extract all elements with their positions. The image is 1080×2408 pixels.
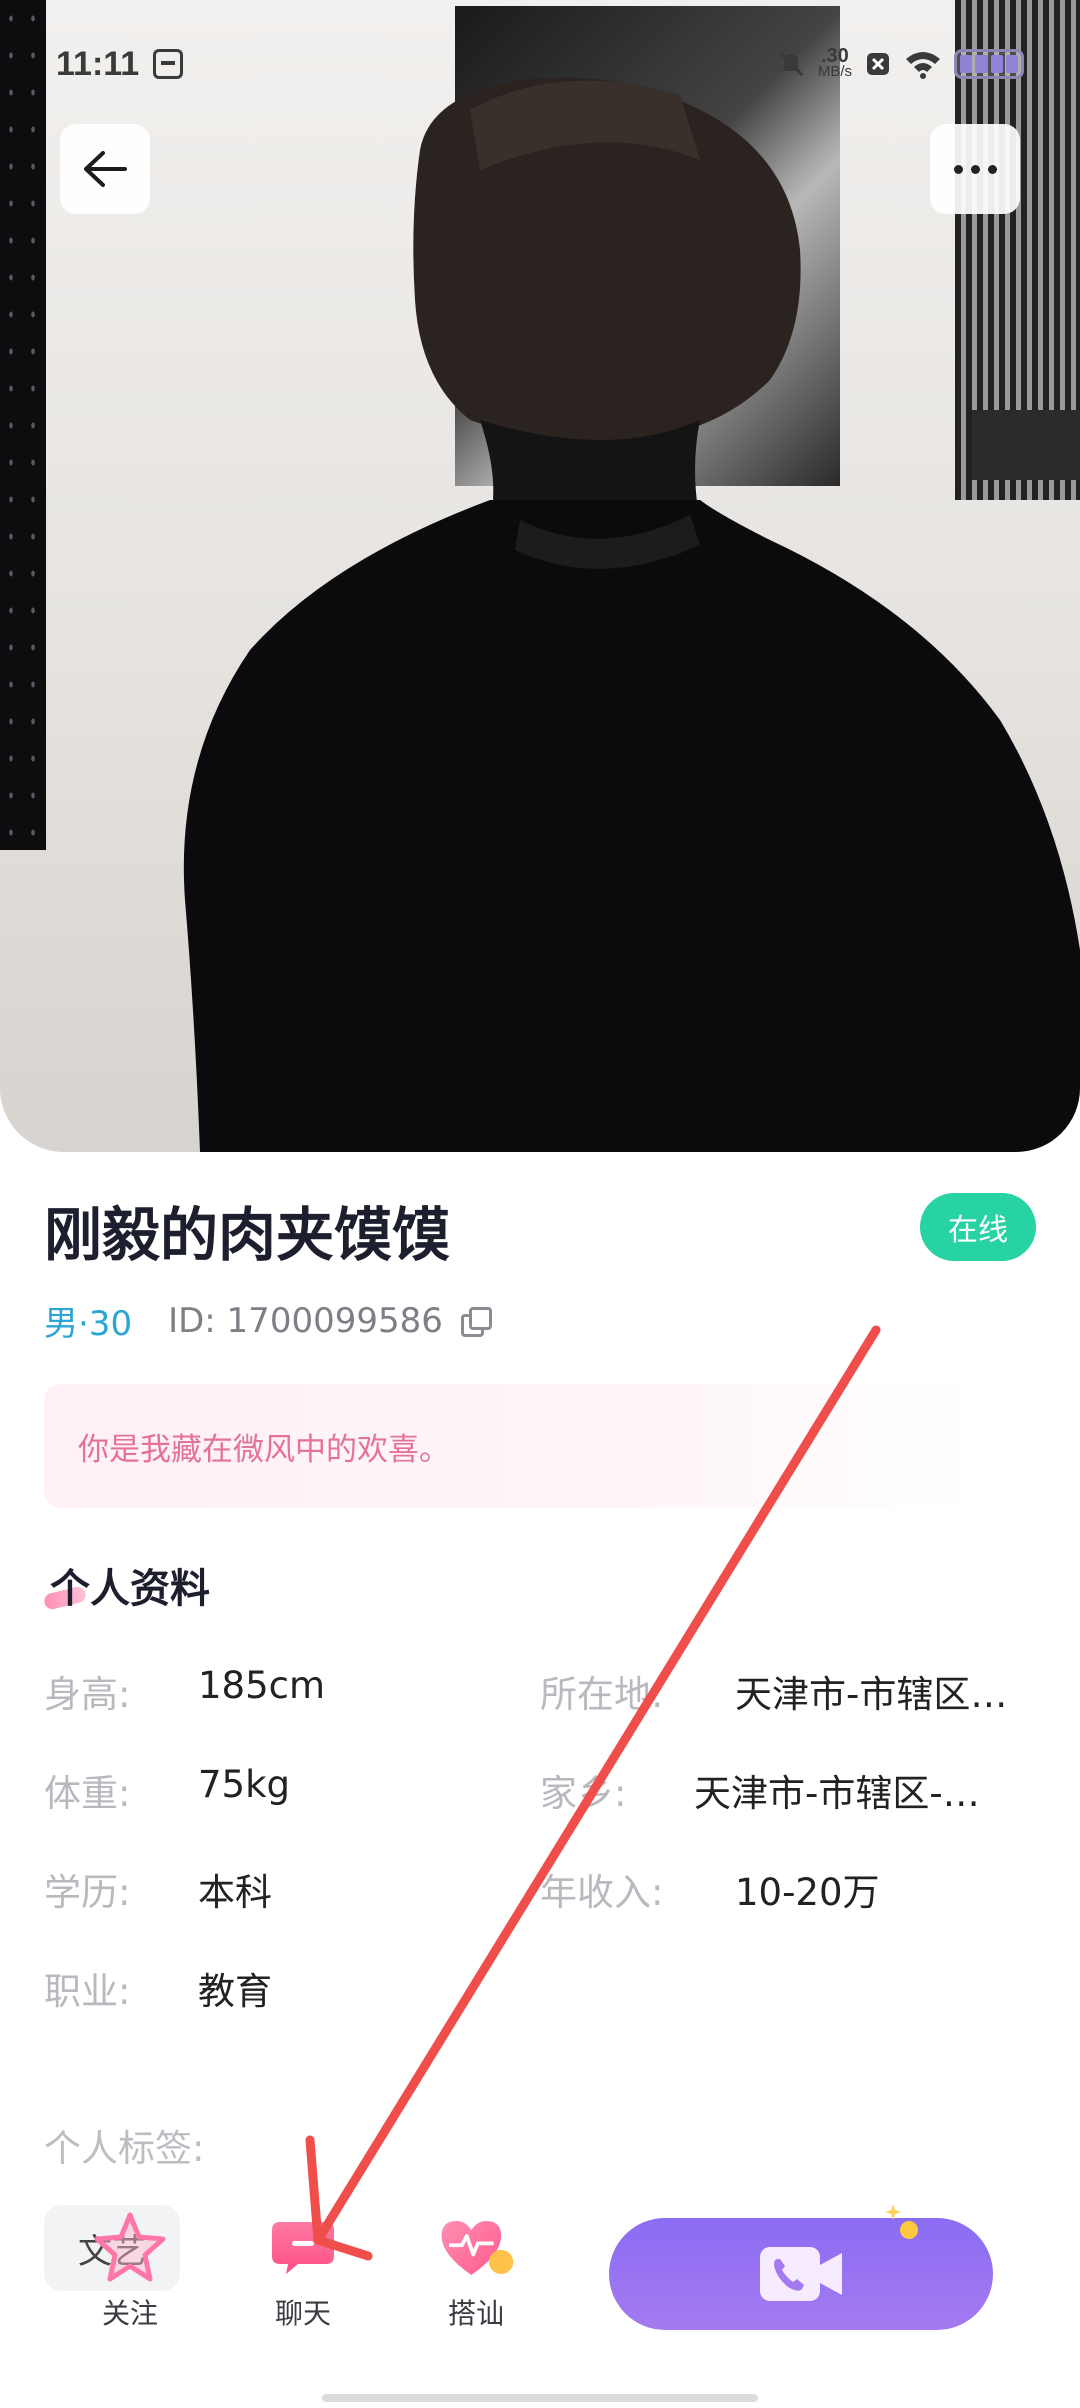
info-value-job: 教育: [198, 1970, 272, 2013]
mute-icon: [778, 51, 803, 77]
status-bar: 11:11 .30 MB/s: [56, 36, 1024, 92]
profile-photo[interactable]: 11:11 .30 MB/s: [0, 0, 1080, 1152]
nickname: 刚毅的肉夹馍馍: [44, 1201, 451, 1269]
info-label-education: 学历:: [44, 1871, 131, 1914]
info-label-weight: 体重:: [44, 1772, 131, 1815]
info-label-height: 身高:: [44, 1673, 131, 1716]
info-value-height: 185cm: [198, 1664, 326, 1707]
info-value-income: 10-20万: [735, 1871, 880, 1914]
gender-age: 男·30: [44, 1304, 133, 1344]
network-speed-unit: MB/s: [817, 63, 852, 80]
status-time: 11:11: [56, 44, 140, 83]
info-value-education: 本科: [198, 1871, 272, 1914]
person-silhouette: [183, 77, 1080, 1152]
greet-label: 搭讪: [447, 2297, 504, 2330]
info-label-income: 年收入:: [540, 1871, 664, 1914]
user-id: ID: 1700099586: [168, 1300, 443, 1341]
signature-box: 你是我藏在微风中的欢喜。: [44, 1384, 976, 1508]
heart-pulse-icon: [441, 2221, 514, 2275]
wifi-icon: [906, 52, 940, 79]
profile-meta: 男·30 ID: 1700099586: [44, 1296, 492, 1345]
back-arrow-icon: [84, 151, 127, 187]
battery-icon: [954, 49, 1024, 79]
network-speed: .30 MB/s: [817, 45, 852, 80]
info-value-hometown: 天津市-市辖区-…: [694, 1772, 980, 1815]
sim-off-icon: [867, 53, 889, 75]
copy-icon[interactable]: [460, 1306, 492, 1337]
video-call-icon: [760, 2247, 842, 2301]
back-button[interactable]: [60, 124, 150, 214]
star-icon: [94, 2212, 166, 2282]
network-speed-value: .30: [821, 45, 849, 67]
greet-button[interactable]: 搭讪: [416, 2212, 536, 2342]
tags-label: 个人标签:: [44, 2127, 205, 2170]
notification-icon: [153, 49, 184, 79]
chat-bubble-icon: [272, 2222, 334, 2274]
info-label-hometown: 家乡:: [540, 1772, 627, 1815]
info-label-location: 所在地:: [540, 1673, 664, 1716]
chat-button[interactable]: 聊天: [243, 2212, 363, 2342]
more-button[interactable]: [930, 124, 1020, 214]
chat-label: 聊天: [274, 2297, 331, 2330]
online-status-badge: 在线: [920, 1193, 1036, 1261]
video-call-button[interactable]: [609, 2218, 993, 2330]
info-label-job: 职业:: [44, 1970, 131, 2013]
home-indicator: [322, 2394, 758, 2402]
sparkle-icon: [885, 2204, 918, 2239]
section-title: 个人资料: [50, 1566, 210, 1612]
more-dots-icon: [953, 164, 997, 174]
follow-label: 关注: [101, 2297, 158, 2330]
follow-button[interactable]: 关注: [70, 2212, 190, 2342]
signature-text: 你是我藏在微风中的欢喜。: [78, 1431, 450, 1468]
info-value-weight: 75kg: [198, 1763, 290, 1806]
info-value-location: 天津市-市辖区…: [735, 1673, 1008, 1716]
